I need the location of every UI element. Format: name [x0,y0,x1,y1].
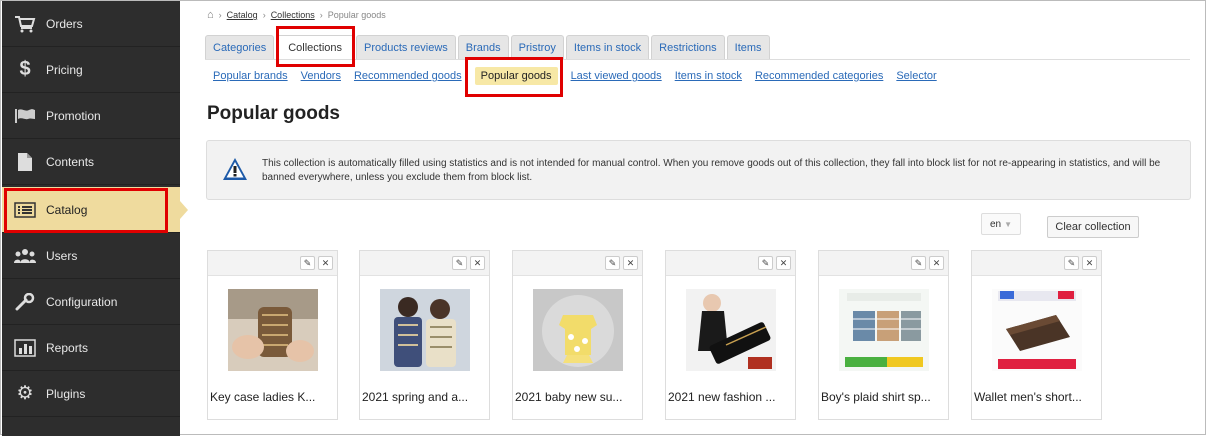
notice-box: This collection is automatically filled … [206,140,1191,200]
chevron-down-icon: ▼ [1004,219,1013,229]
breadcrumb: ⌂ › Catalog › Collections › Popular good… [207,9,386,21]
product-name[interactable]: Wallet men's short... [974,390,1101,404]
sidebar-item-label: Reports [46,340,89,355]
subtab-popular-goods[interactable]: Popular goods [474,67,558,85]
sidebar-item-label: Orders [46,16,83,31]
main-content: ⌂ › Catalog › Collections › Popular good… [181,1,1205,436]
subtab-recommended-categories[interactable]: Recommended categories [755,67,883,85]
wrench-icon [14,292,36,312]
card-toolbar: ✎ ✕ [360,251,489,276]
product-name[interactable]: Boy's plaid shirt sp... [821,390,948,404]
product-image[interactable] [839,289,929,371]
product-card[interactable]: ✎ ✕ Wallet men's short... [971,250,1102,420]
sidebar-item-label: Contents [46,154,95,169]
card-toolbar: ✎ ✕ [666,251,795,276]
sidebar-item-label: Pricing [46,62,83,77]
pencil-icon[interactable]: ✎ [758,256,773,270]
sidebar-item-label: Promotion [46,108,101,123]
notice-text: This collection is automatically filled … [262,158,1161,183]
sidebar: Orders $ Pricing Promotion Contents Cata… [2,1,188,436]
sidebar-item-configuration[interactable]: Configuration [2,279,180,325]
sidebar-item-label: Plugins [46,386,86,401]
sidebar-item-label: Users [46,248,78,263]
product-card[interactable]: ✎ ✕ 2021 baby new su... [512,250,643,420]
pencil-icon[interactable]: ✎ [605,256,620,270]
tab-collections[interactable]: Collections [276,35,355,60]
sidebar-item-promotion[interactable]: Promotion [2,93,180,139]
sidebar-item-catalog[interactable]: Catalog [2,187,188,233]
product-image[interactable] [533,289,623,371]
subtab-bar: Popular brands Vendors Recommended goods… [213,67,950,85]
close-icon[interactable]: ✕ [929,256,944,270]
close-icon[interactable]: ✕ [318,256,333,270]
warning-icon [221,156,249,185]
language-value: en [989,218,1002,230]
breadcrumb-current: Popular goods [327,10,386,20]
pencil-icon[interactable]: ✎ [300,256,315,270]
product-image[interactable] [686,289,776,371]
tab-brands[interactable]: Brands [457,35,509,60]
sidebar-item-users[interactable]: Users [2,233,180,279]
product-name[interactable]: Key case ladies K... [210,390,337,404]
subtab-items-in-stock[interactable]: Items in stock [675,67,742,85]
close-icon[interactable]: ✕ [470,256,485,270]
card-toolbar: ✎ ✕ [513,251,642,276]
product-card[interactable]: ✎ ✕ Key case ladies K... [207,250,338,420]
tab-items-in-stock[interactable]: Items in stock [565,35,650,60]
tab-restrictions[interactable]: Restrictions [651,35,725,60]
tab-divider [205,59,1190,60]
subtab-selector[interactable]: Selector [896,67,936,85]
tab-products-reviews[interactable]: Products reviews [356,35,456,60]
subtab-popular-brands[interactable]: Popular brands [213,67,288,85]
tab-categories[interactable]: Categories [205,35,275,60]
close-icon[interactable]: ✕ [1082,256,1097,270]
list-icon [14,200,36,220]
product-card[interactable]: ✎ ✕ 2021 new fashion ... [665,250,796,420]
flag-icon [14,106,36,126]
page-title: Popular goods [207,103,340,124]
users-icon [14,246,36,266]
home-icon[interactable]: ⌂ [207,9,214,21]
breadcrumb-collections[interactable]: Collections [271,10,315,20]
sidebar-item-label: Catalog [46,202,88,217]
product-name[interactable]: 2021 new fashion ... [668,390,795,404]
breadcrumb-catalog[interactable]: Catalog [227,10,258,20]
dollar-icon: $ [19,58,31,80]
subtab-vendors[interactable]: Vendors [301,67,341,85]
pencil-icon[interactable]: ✎ [1064,256,1079,270]
subtab-recommended-goods[interactable]: Recommended goods [354,67,462,85]
sidebar-item-plugins[interactable]: ⚙ Plugins [2,371,180,417]
product-name[interactable]: 2021 baby new su... [515,390,642,404]
sidebar-item-orders[interactable]: Orders [2,1,180,47]
pencil-icon[interactable]: ✎ [911,256,926,270]
close-icon[interactable]: ✕ [776,256,791,270]
tab-items[interactable]: Items [726,35,770,60]
product-name[interactable]: 2021 spring and a... [362,390,489,404]
sidebar-item-reports[interactable]: Reports [2,325,180,371]
sidebar-item-contents[interactable]: Contents [2,139,180,185]
gear-icon: ⚙ [16,383,34,404]
card-toolbar: ✎ ✕ [972,251,1101,276]
close-icon[interactable]: ✕ [623,256,638,270]
product-card[interactable]: ✎ ✕ 2021 spring and a... [359,250,490,420]
bar-chart-icon [14,338,36,358]
product-image[interactable] [228,289,318,371]
app-frame: Orders $ Pricing Promotion Contents Cata… [0,0,1206,436]
product-image[interactable] [380,289,470,371]
sidebar-item-pricing[interactable]: $ Pricing [2,47,180,93]
product-image[interactable] [992,289,1082,371]
subtab-last-viewed-goods[interactable]: Last viewed goods [571,67,662,85]
language-select[interactable]: en ▼ [981,213,1021,235]
clear-collection-button[interactable]: Clear collection [1047,216,1139,238]
product-card[interactable]: ✎ ✕ Boy's plaid shirt sp... [818,250,949,420]
sidebar-item-label: Configuration [46,294,118,309]
tab-bar: Categories Collections Products reviews … [205,35,772,60]
cart-icon [14,14,36,34]
card-toolbar: ✎ ✕ [208,251,337,276]
card-toolbar: ✎ ✕ [819,251,948,276]
document-icon [14,152,36,172]
pencil-icon[interactable]: ✎ [452,256,467,270]
tab-pristroy[interactable]: Pristroy [510,35,564,60]
